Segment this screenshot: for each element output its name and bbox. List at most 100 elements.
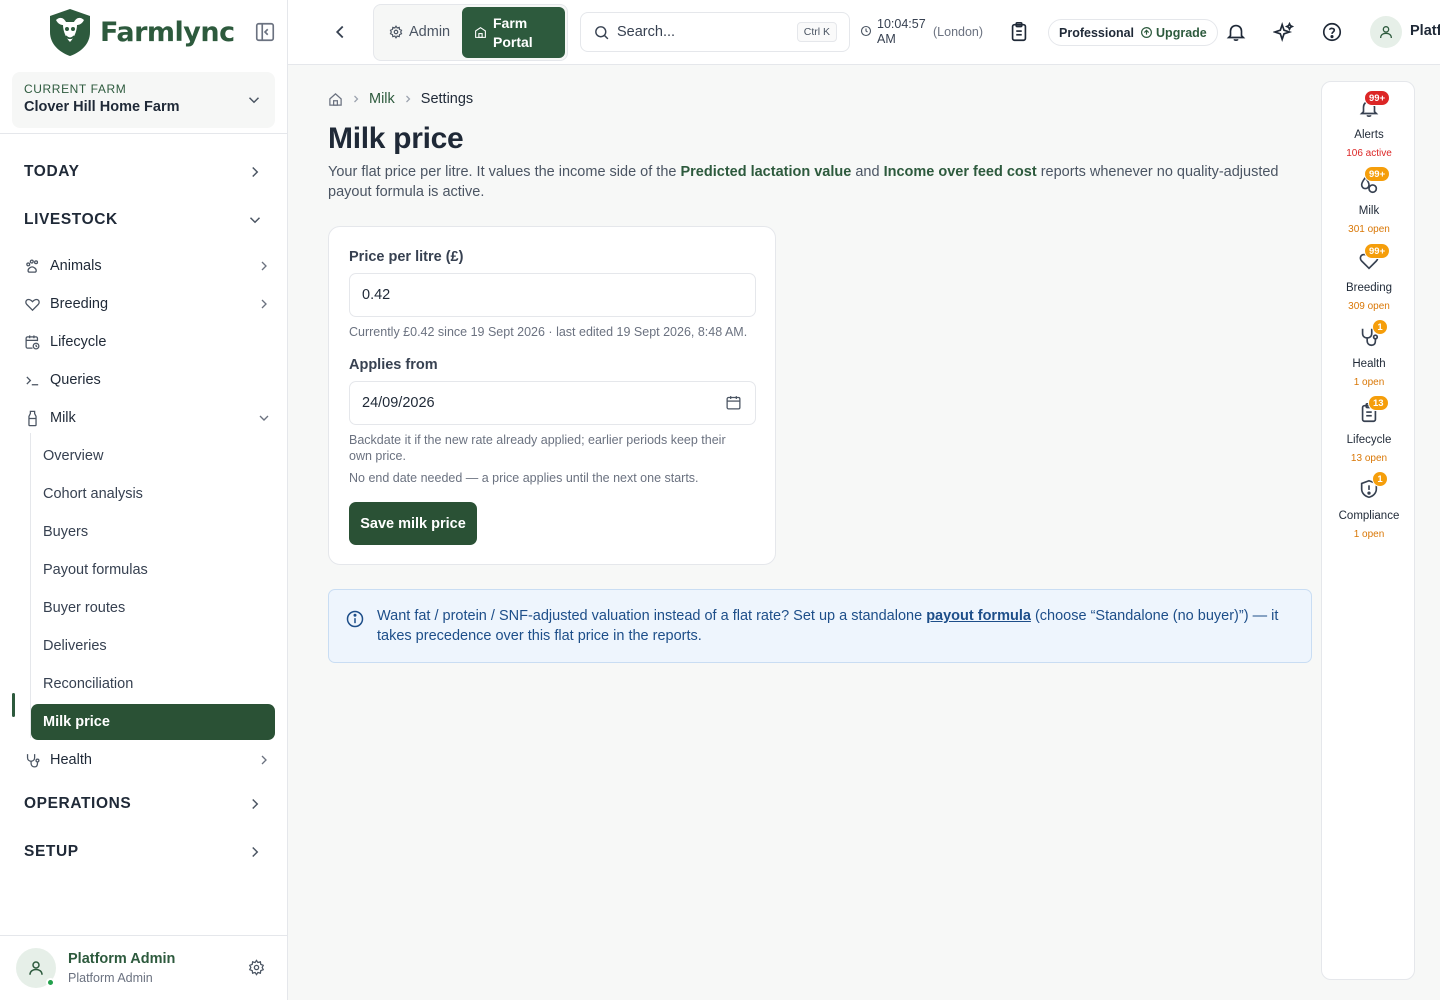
rail-label: Breeding (1345, 282, 1393, 294)
submenu-guide-line (30, 433, 31, 738)
chevron-right-icon (261, 755, 267, 765)
chevron-down-icon (259, 415, 269, 421)
nav-item-health[interactable]: Health (24, 747, 272, 773)
rail-item-health[interactable]: 1 Health 1 open (1322, 319, 1416, 395)
tab-admin[interactable]: Admin (389, 24, 450, 40)
chevron-left-icon[interactable] (329, 21, 351, 43)
rail-label: Compliance (1338, 510, 1400, 522)
applies-from-date-input[interactable] (349, 381, 756, 425)
nav-section-label: OPERATIONS (24, 795, 132, 812)
rail-count: 1 open (1353, 377, 1385, 388)
avatar[interactable] (16, 948, 56, 988)
breadcrumb-milk[interactable]: Milk (369, 91, 395, 107)
paw-icon (26, 258, 39, 273)
chevron-right-icon (252, 798, 259, 810)
sidebar-subitem-reconciliation[interactable]: Reconciliation (43, 674, 133, 694)
nav-item-animals[interactable]: Animals (24, 253, 272, 279)
info-text-part: Want fat / protein / SNF-adjusted valuat… (377, 608, 927, 624)
tab-farm-portal[interactable]: Farm Portal (462, 7, 565, 58)
plan-name: Professional (1059, 25, 1135, 40)
price-label: Price per litre (£) (349, 249, 464, 265)
terminal-icon (26, 376, 39, 385)
topbar: Admin Farm Portal Search... Ctrl K 10:04… (288, 0, 1440, 65)
upgrade-link[interactable]: Upgrade (1140, 26, 1207, 40)
rail-label: Lifecycle (1346, 434, 1392, 446)
bell-icon[interactable] (1225, 21, 1247, 43)
description-text: and (851, 164, 884, 180)
calendar-clock-icon (25, 334, 40, 350)
sidebar-collapse-icon[interactable] (254, 21, 276, 43)
rail-badge: 99+ (1364, 166, 1391, 182)
sidebar-subitem-overview[interactable]: Overview (43, 446, 103, 466)
calendar-icon[interactable] (725, 394, 742, 411)
nav-section-label: SETUP (24, 843, 79, 860)
tab-admin-label: Admin (409, 24, 451, 40)
rail-item-lifecycle[interactable]: 13 Lifecycle 13 open (1322, 395, 1416, 471)
nav-section-today[interactable]: TODAY (24, 160, 264, 184)
help-circle-icon[interactable] (1321, 21, 1343, 43)
chevron-right-icon (354, 95, 359, 103)
rail-count: 106 active (1346, 148, 1392, 159)
user-icon (29, 961, 43, 975)
nav-item-queries[interactable]: Queries (24, 367, 272, 393)
farm-selector-label: Current farm (24, 82, 127, 96)
portal-switcher: Admin Farm Portal (373, 4, 568, 61)
rail-item-compliance[interactable]: 1 Compliance 1 open (1322, 471, 1416, 547)
clipboard-list-icon[interactable] (1008, 21, 1030, 43)
price-per-litre-input[interactable] (349, 273, 756, 317)
rail-count: 309 open (1348, 301, 1390, 312)
heart-icon (25, 298, 40, 311)
nav-item-label: Breeding (50, 296, 109, 312)
nav-item-breeding[interactable]: Breeding (24, 291, 272, 317)
brand[interactable]: Farmlync (44, 6, 235, 58)
rail-label: Milk (1358, 205, 1380, 217)
topbar-user-name[interactable]: Platform Admin (1410, 23, 1440, 39)
stethoscope-icon (26, 753, 40, 768)
description-highlight: Income over feed cost (883, 164, 1037, 180)
nav-section-operations[interactable]: OPERATIONS (24, 792, 264, 816)
payout-formula-link[interactable]: payout formula (926, 608, 1031, 624)
clock: 10:04:57 AM (London) (860, 17, 983, 47)
price-help-text: Currently £0.42 since 19 Sept 2026 · las… (349, 325, 748, 339)
sidebar-subitem-buyer-routes[interactable]: Buyer routes (43, 598, 125, 618)
sidebar-subitem-buyers[interactable]: Buyers (43, 522, 88, 542)
rail-item-alerts[interactable]: 99+ Alerts 106 active (1322, 90, 1416, 166)
nav-section-livestock[interactable]: LIVESTOCK (24, 208, 264, 232)
info-callout: Want fat / protein / SNF-adjusted valuat… (328, 589, 1312, 663)
sidebar-subitem-deliveries[interactable]: Deliveries (43, 636, 107, 656)
description-highlight: Predicted lactation value (680, 164, 852, 180)
sidebar-subitem-payout-formulas[interactable]: Payout formulas (43, 560, 148, 580)
nav-section-setup[interactable]: SETUP (24, 840, 264, 864)
rail-label: Alerts (1354, 129, 1384, 141)
nav-item-milk[interactable]: Milk (24, 405, 272, 431)
save-milk-price-button[interactable]: Save milk price (349, 502, 477, 545)
rail-item-milk[interactable]: 99+ Milk 301 open (1322, 166, 1416, 242)
rail-badge: 13 (1368, 395, 1389, 411)
home-icon[interactable] (328, 92, 343, 107)
applies-from-label: Applies from (349, 357, 438, 373)
sparkles-icon[interactable] (1273, 21, 1295, 43)
nav-item-label: Health (50, 752, 92, 768)
avatar[interactable] (1370, 16, 1402, 48)
gear-icon[interactable] (248, 959, 265, 976)
clock-time: 10:04:57 AM (877, 17, 926, 46)
nav-item-lifecycle[interactable]: Lifecycle (24, 329, 272, 355)
nav-item-label: Animals (50, 258, 102, 274)
description-text: Your flat price per litre. It values the… (328, 164, 681, 180)
activity-rail: 99+ Alerts 106 active 99+ Milk 301 open … (1321, 81, 1415, 980)
nav-section-label: TODAY (24, 163, 80, 180)
info-icon (346, 610, 364, 628)
date-help-text: Backdate it if the new rate already appl… (349, 433, 726, 463)
rail-item-breeding[interactable]: 99+ Breeding 309 open (1322, 243, 1416, 319)
sidebar-subitem-milk-price[interactable]: Milk price (31, 704, 275, 740)
sidebar-subitem-cohort-analysis[interactable]: Cohort analysis (43, 484, 143, 504)
farmlync-logo-icon (50, 9, 90, 56)
search-input[interactable]: Search... Ctrl K (580, 12, 850, 52)
chevron-right-icon (252, 166, 259, 178)
info-text: Want fat / protein / SNF-adjusted valuat… (377, 606, 1297, 646)
farm-selector[interactable]: Current farm Clover Hill Home Farm (12, 72, 275, 128)
search-icon (595, 26, 609, 40)
milk-price-form: Price per litre (£) Currently £0.42 sinc… (328, 226, 776, 565)
nav-item-label: Lifecycle (50, 334, 107, 350)
farm-selector-name: Clover Hill Home Farm (24, 99, 180, 115)
